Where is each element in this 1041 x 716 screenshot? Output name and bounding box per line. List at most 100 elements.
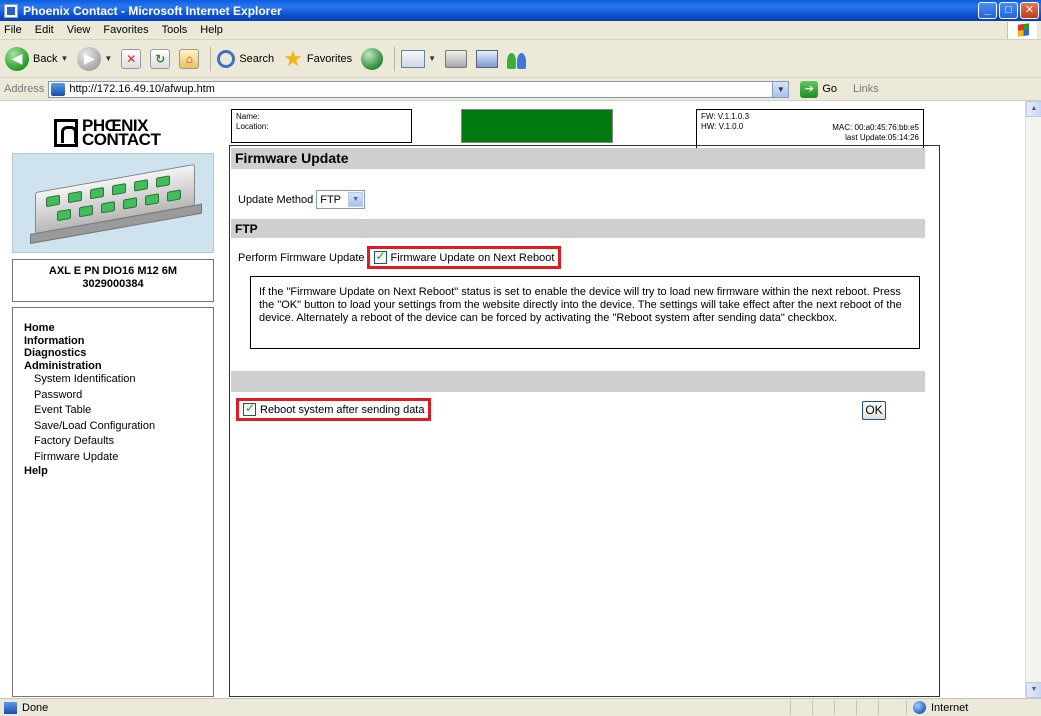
favorites-star-icon: ★ (283, 45, 303, 71)
chevron-down-icon: ▼ (104, 54, 113, 63)
status-bar: Done Internet (0, 698, 1041, 716)
scroll-up-icon[interactable]: ▲ (1026, 101, 1041, 117)
stop-button[interactable]: ✕ (119, 44, 143, 74)
stop-icon: ✕ (121, 48, 142, 69)
firmware-info-box: FW: V.1.1.0.3 HW: V.1.0.0 MAC: 00:a0:45:… (696, 109, 924, 149)
mail-button[interactable]: ▼ (399, 44, 438, 74)
back-arrow-icon: ◀ (5, 46, 29, 71)
maximize-button[interactable]: □ (999, 2, 1018, 19)
reboot-after-sending-label: Reboot system after sending data (260, 403, 425, 416)
name-location-box: Name: Location: (231, 109, 412, 143)
update-method-select[interactable]: FTP ▼ (316, 190, 366, 209)
chevron-down-icon: ▼ (60, 54, 69, 63)
history-button[interactable] (359, 44, 385, 74)
zone-label: Internet (931, 701, 969, 714)
mac-address: MAC: 00:a0:45:76:bb:e5 (832, 123, 919, 132)
forward-button[interactable]: ▶ ▼ (75, 44, 114, 74)
highlight-box-reboot: Reboot system after sending data (236, 398, 432, 421)
last-update: last Update:05:14:26 (845, 133, 919, 142)
address-input[interactable]: http://172.16.49.10/afwup.htm ▼ (48, 80, 790, 98)
home-button[interactable]: ⌂ (177, 44, 201, 74)
address-dropdown-icon[interactable]: ▼ (772, 81, 789, 97)
reboot-after-sending-checkbox[interactable] (243, 401, 256, 416)
forward-arrow-icon: ▶ (77, 46, 102, 71)
update-method-label: Update Method (238, 193, 314, 206)
nav-event-table[interactable]: Event Table (24, 403, 213, 419)
menu-favorites[interactable]: Favorites (103, 24, 148, 36)
device-info-strip: Name: Location: FW: V.1.1.0.3 HW: V.1.0.… (228, 109, 940, 149)
nav-password[interactable]: Password (24, 388, 213, 404)
ok-button[interactable]: OK (862, 401, 886, 420)
product-name: AXL E PN DIO16 M12 6M (48, 265, 178, 277)
perform-update-label: Perform Firmware Update (238, 251, 365, 264)
menu-view[interactable]: View (67, 24, 91, 36)
edit-button[interactable] (474, 44, 500, 74)
nav-information[interactable]: Information (24, 335, 213, 348)
mac-block: MAC: 00:a0:45:76:bb:e5 last Update:05:14… (832, 123, 919, 143)
menu-tools[interactable]: Tools (162, 24, 188, 36)
status-panels (790, 700, 900, 715)
minimize-button[interactable]: _ (978, 2, 997, 19)
vertical-scrollbar[interactable]: ▲ ▼ (1025, 101, 1041, 698)
menu-bar: File Edit View Favorites Tools Help (0, 21, 1041, 40)
nav-firmware-update[interactable]: Firmware Update (24, 450, 213, 466)
main-content: Firmware Update Update Method FTP ▼ FTP … (229, 145, 940, 697)
internet-globe-icon (913, 701, 926, 714)
nav-factory-defaults[interactable]: Factory Defaults (24, 434, 213, 450)
nav-save-load-configuration[interactable]: Save/Load Configuration (24, 419, 213, 435)
search-button[interactable]: Search (215, 44, 276, 74)
logo-text: PHŒNIX CONTACT (82, 116, 161, 149)
ie-app-icon (4, 3, 18, 18)
logo-mark-icon (54, 119, 78, 147)
location-label: Location: (236, 122, 269, 131)
update-method-value: FTP (320, 193, 341, 206)
product-number: 3029000384 (82, 278, 144, 290)
nav-diagnostics[interactable]: Diagnostics (24, 347, 213, 360)
nav-help[interactable]: Help (24, 465, 213, 478)
address-label: Address (4, 83, 45, 95)
window-title: Phoenix Contact - Microsoft Internet Exp… (23, 3, 282, 18)
print-button[interactable] (443, 44, 469, 74)
window-titlebar: Phoenix Contact - Microsoft Internet Exp… (0, 0, 1041, 21)
nav-administration[interactable]: Administration (24, 360, 213, 373)
reboot-row: Reboot system after sending data (234, 398, 432, 421)
page-title: Firmware Update (231, 148, 925, 169)
name-label: Name: (236, 112, 260, 121)
device-picture (30, 163, 202, 244)
search-icon (217, 49, 236, 68)
back-button[interactable]: ◀ Back ▼ (3, 44, 70, 74)
scroll-down-icon[interactable]: ▼ (1026, 682, 1041, 698)
update-method-row: Update Method FTP ▼ (238, 190, 366, 209)
nav-system-identification[interactable]: System Identification (24, 372, 213, 388)
windows-logo-icon (1007, 22, 1037, 39)
links-button[interactable]: Links (853, 83, 879, 95)
go-label: Go (822, 83, 838, 95)
product-image (12, 153, 214, 253)
info-text-box: If the "Firmware Update on Next Reboot" … (250, 276, 920, 349)
home-icon: ⌂ (179, 48, 200, 69)
status-text: Done (22, 701, 49, 714)
refresh-button[interactable]: ↻ (148, 44, 172, 74)
go-button[interactable]: ➔ Go (796, 80, 838, 98)
close-button[interactable]: ✕ (1020, 2, 1039, 19)
firmware-update-next-reboot-label: Firmware Update on Next Reboot (390, 251, 555, 264)
favorites-button[interactable]: ★ Favorites (281, 44, 354, 74)
toolbar-separator (210, 46, 212, 71)
menu-help[interactable]: Help (200, 24, 223, 36)
nav-home[interactable]: Home (24, 322, 213, 335)
messenger-button[interactable] (505, 44, 533, 74)
address-bar: Address http://172.16.49.10/afwup.htm ▼ … (0, 78, 1041, 101)
search-label: Search (239, 52, 275, 65)
info-text: If the "Firmware Update on Next Reboot" … (259, 286, 902, 324)
chevron-down-icon: ▼ (348, 192, 364, 207)
menu-file[interactable]: File (4, 24, 22, 36)
perform-update-row: Perform Firmware Update Firmware Update … (238, 246, 562, 269)
toolbar: ◀ Back ▼ ▶ ▼ ✕ ↻ ⌂ Search ★ Favorites ▼ (0, 40, 1041, 78)
messenger-icon (507, 49, 531, 69)
mail-icon (401, 49, 426, 68)
firmware-update-next-reboot-checkbox[interactable] (373, 249, 387, 264)
phoenix-contact-logo: PHŒNIX CONTACT (54, 117, 184, 149)
status-indicator (461, 109, 613, 143)
product-name-box: AXL E PN DIO16 M12 6M 3029000384 (12, 259, 214, 302)
menu-edit[interactable]: Edit (35, 24, 54, 36)
